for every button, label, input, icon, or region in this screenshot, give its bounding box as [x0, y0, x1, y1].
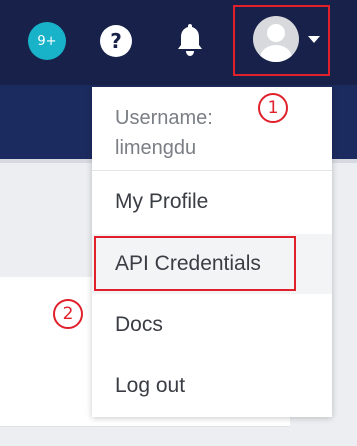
annotation-marker-2: 2	[53, 299, 83, 329]
avatar-highlight-box	[233, 5, 330, 76]
dropdown-divider	[92, 170, 332, 171]
menu-item-my-profile[interactable]: My Profile	[92, 172, 332, 232]
bell-icon[interactable]	[174, 22, 206, 58]
menu-item-log-out[interactable]: Log out	[92, 356, 332, 416]
content-divider	[0, 426, 290, 427]
menu-item-docs[interactable]: Docs	[92, 295, 332, 355]
page-root: 9+ ? Username: limengdu My Profile API C…	[0, 0, 357, 446]
annotation-marker-1: 1	[258, 93, 288, 123]
help-icon[interactable]: ?	[100, 25, 132, 57]
notification-count-badge[interactable]: 9+	[28, 22, 66, 60]
api-credentials-highlight-box	[94, 236, 296, 291]
